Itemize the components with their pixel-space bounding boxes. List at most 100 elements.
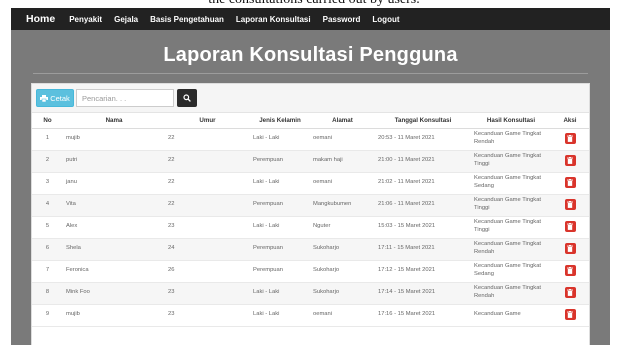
cell-umur: 23 <box>165 304 250 327</box>
cell-jenis-kelamin: Laki - Laki <box>250 172 310 195</box>
nav-item-penyakit[interactable]: Penyakit <box>69 15 102 24</box>
nav-item-laporan-konsultasi[interactable]: Laporan Konsultasi <box>236 15 311 24</box>
table-row: 6 Shela 24 Perempuan Sukoharjo 17:11 - 15 Mar… <box>32 238 589 261</box>
print-button[interactable]: Cetak <box>36 89 74 107</box>
cell-no: 7 <box>32 260 63 283</box>
search-button[interactable] <box>177 89 197 107</box>
search-input[interactable] <box>76 89 174 107</box>
cell-nama: mujib <box>63 128 165 151</box>
trash-icon <box>567 134 573 142</box>
cell-nama: Shela <box>63 238 165 261</box>
cell-aksi <box>551 282 589 305</box>
cell-no: 4 <box>32 194 63 217</box>
nav-item-basis-pengetahuan[interactable]: Basis Pengetahuan <box>150 15 224 24</box>
cell-tanggal-konsultasi: 17:12 - 15 Maret 2021 <box>375 260 471 283</box>
header-umur: Umur <box>165 114 250 129</box>
caption-text: the consultations carried out by users. <box>0 0 628 8</box>
cell-alamat: Sukoharjo <box>310 238 375 261</box>
header-jenis-kelamin: Jenis Kelamin <box>250 114 310 129</box>
cell-alamat: Sukoharjo <box>310 282 375 305</box>
delete-button[interactable] <box>564 220 576 232</box>
cell-aksi <box>551 216 589 239</box>
cell-umur: 22 <box>165 172 250 195</box>
cell-umur: 23 <box>165 282 250 305</box>
consultation-table: No Nama Umur Jenis Kelamin Alamat Tangga… <box>32 114 589 327</box>
delete-button[interactable] <box>564 264 576 276</box>
cell-no: 5 <box>32 216 63 239</box>
table-body: 1 mujib 22 Laki - Laki oemani 20:53 - 11 Mare… <box>32 128 589 327</box>
cell-jenis-kelamin: Laki - Laki <box>250 304 310 327</box>
cell-umur: 22 <box>165 128 250 151</box>
cell-no: 9 <box>32 304 63 327</box>
delete-button[interactable] <box>564 198 576 210</box>
cell-jenis-kelamin: Perempuan <box>250 260 310 283</box>
cell-nama: mujib <box>63 304 165 327</box>
delete-button[interactable] <box>564 286 576 298</box>
table-row: 9 mujib 23 Laki - Laki oemani 17:16 - 15 Mare… <box>32 304 589 327</box>
delete-button[interactable] <box>564 308 576 320</box>
cell-tanggal-konsultasi: 21:00 - 11 Maret 2021 <box>375 150 471 173</box>
cell-tanggal-konsultasi: 21:02 - 11 Maret 2021 <box>375 172 471 195</box>
cell-jenis-kelamin: Perempuan <box>250 150 310 173</box>
table-row: 5 Alex 23 Laki - Laki Nguter 15:03 - 15 Maret… <box>32 216 589 239</box>
nav-item-password[interactable]: Password <box>323 15 361 24</box>
trash-icon <box>567 244 573 252</box>
cell-alamat: oemani <box>310 128 375 151</box>
header-no: No <box>32 114 63 129</box>
cell-umur: 23 <box>165 216 250 239</box>
cell-hasil-konsultasi: Kecanduan Game Tingkat Sedang <box>471 260 551 283</box>
trash-icon <box>567 266 573 274</box>
cell-umur: 26 <box>165 260 250 283</box>
report-panel: Cetak No Nama Umu <box>31 83 590 345</box>
cell-nama: Vita <box>63 194 165 217</box>
cell-hasil-konsultasi: Kecanduan Game Tingkat Rendah <box>471 238 551 261</box>
cell-jenis-kelamin: Laki - Laki <box>250 216 310 239</box>
cell-no: 8 <box>32 282 63 305</box>
delete-button[interactable] <box>564 132 576 144</box>
cell-hasil-konsultasi: Kecanduan Game Tingkat Rendah <box>471 282 551 305</box>
delete-button[interactable] <box>564 242 576 254</box>
cell-aksi <box>551 238 589 261</box>
trash-icon <box>567 222 573 230</box>
title-divider <box>33 73 588 74</box>
cell-nama: Feronica <box>63 260 165 283</box>
cell-hasil-konsultasi: Kecanduan Game Tingkat Rendah <box>471 128 551 151</box>
cell-aksi <box>551 194 589 217</box>
cell-nama: Alex <box>63 216 165 239</box>
top-navbar: Home Penyakit Gejala Basis Pengetahuan L… <box>11 8 610 30</box>
trash-icon <box>567 178 573 186</box>
cell-hasil-konsultasi: Kecanduan Game Tingkat Tinggi <box>471 216 551 239</box>
nav-home-link[interactable]: Home <box>26 13 55 25</box>
panel-toolbar: Cetak <box>32 84 589 113</box>
cell-jenis-kelamin: Laki - Laki <box>250 282 310 305</box>
cell-aksi <box>551 150 589 173</box>
page-title: Laporan Konsultasi Pengguna <box>163 44 458 66</box>
table-row: 4 Vita 22 Perempuan Mangkubumen 21:06 - 11 Ma… <box>32 194 589 217</box>
cell-nama: janu <box>63 172 165 195</box>
cell-hasil-konsultasi: Kecanduan Game Tingkat Tinggi <box>471 150 551 173</box>
nav-item-gejala[interactable]: Gejala <box>114 15 138 24</box>
cell-alamat: Nguter <box>310 216 375 239</box>
cell-umur: 24 <box>165 238 250 261</box>
table-row: 1 mujib 22 Laki - Laki oemani 20:53 - 11 Mare… <box>32 128 589 151</box>
delete-button[interactable] <box>564 176 576 188</box>
nav-item-logout[interactable]: Logout <box>372 15 399 24</box>
cell-no: 2 <box>32 150 63 173</box>
cell-jenis-kelamin: Perempuan <box>250 194 310 217</box>
cell-nama: putri <box>63 150 165 173</box>
cell-aksi <box>551 304 589 327</box>
cell-umur: 22 <box>165 194 250 217</box>
cell-alamat: oemani <box>310 304 375 327</box>
delete-button[interactable] <box>564 154 576 166</box>
cell-alamat: oemani <box>310 172 375 195</box>
header-hasil-konsultasi: Hasil Konsultasi <box>471 114 551 129</box>
cell-aksi <box>551 172 589 195</box>
cell-tanggal-konsultasi: 21:06 - 11 Maret 2021 <box>375 194 471 217</box>
cell-jenis-kelamin: Laki - Laki <box>250 128 310 151</box>
cell-hasil-konsultasi: Kecanduan Game Tingkat Tinggi <box>471 194 551 217</box>
print-icon <box>40 94 49 102</box>
cell-alamat: Mangkubumen <box>310 194 375 217</box>
cell-umur: 22 <box>165 150 250 173</box>
cell-aksi <box>551 260 589 283</box>
cell-tanggal-konsultasi: 17:16 - 15 Maret 2021 <box>375 304 471 327</box>
